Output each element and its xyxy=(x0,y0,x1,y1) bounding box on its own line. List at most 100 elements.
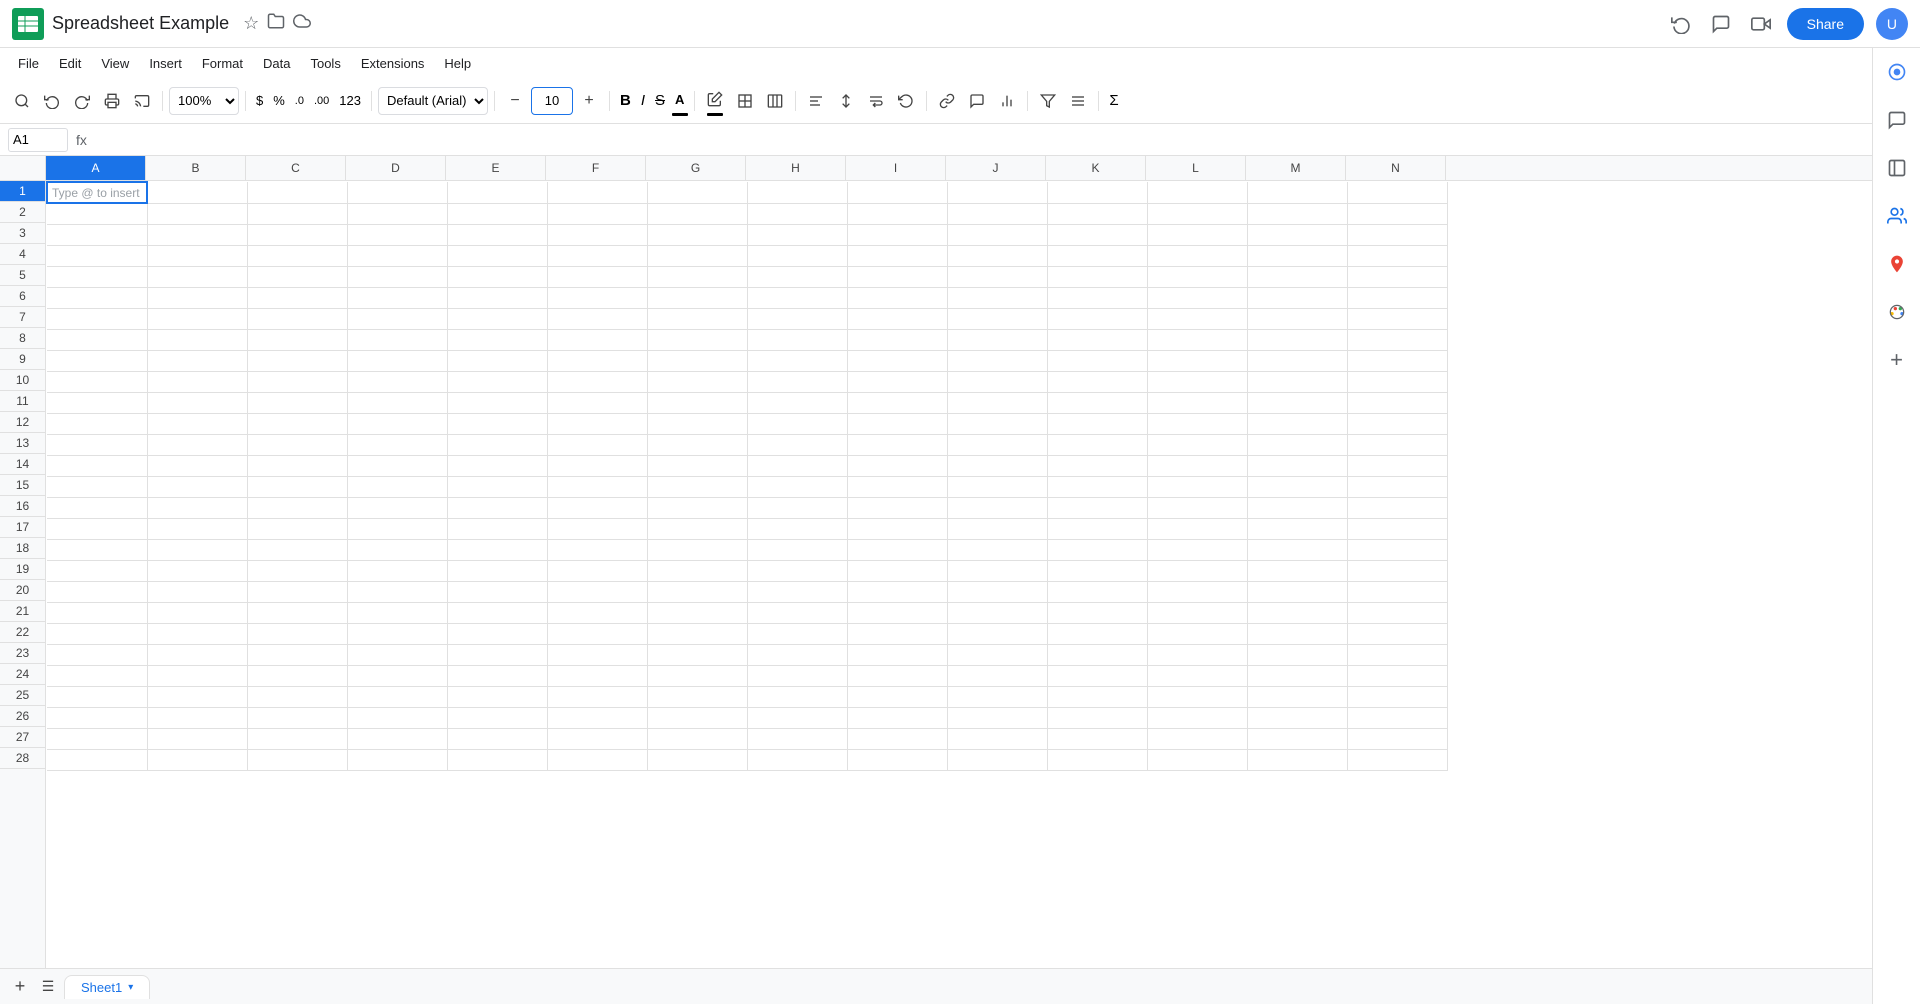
cell-a9[interactable] xyxy=(47,350,147,371)
cell-j17[interactable] xyxy=(947,518,1047,539)
cell-h14[interactable] xyxy=(747,455,847,476)
row-num-9[interactable]: 9 xyxy=(0,349,45,370)
cell-m1[interactable] xyxy=(1247,182,1347,203)
cell-k6[interactable] xyxy=(1047,287,1147,308)
cell-m10[interactable] xyxy=(1247,371,1347,392)
cell-k27[interactable] xyxy=(1047,728,1147,749)
cell-b9[interactable] xyxy=(147,350,247,371)
menu-tools[interactable]: Tools xyxy=(300,52,350,75)
cell-m6[interactable] xyxy=(1247,287,1347,308)
sheet-tab-dropdown-icon[interactable]: ▾ xyxy=(128,982,133,993)
cell-ref-input[interactable] xyxy=(8,128,68,152)
cell-n12[interactable] xyxy=(1347,413,1447,434)
cell-m21[interactable] xyxy=(1247,602,1347,623)
cell-f19[interactable] xyxy=(547,560,647,581)
cell-a1[interactable]: Type @ to insert xyxy=(47,182,147,203)
cell-c13[interactable] xyxy=(247,434,347,455)
cell-h7[interactable] xyxy=(747,308,847,329)
cell-h8[interactable] xyxy=(747,329,847,350)
font-family-select[interactable]: Default (Arial) Arial Times New Roman Co… xyxy=(378,87,488,115)
row-num-26[interactable]: 26 xyxy=(0,706,45,727)
cell-h3[interactable] xyxy=(747,224,847,245)
cell-f12[interactable] xyxy=(547,413,647,434)
cell-l28[interactable] xyxy=(1147,749,1247,770)
cell-m22[interactable] xyxy=(1247,623,1347,644)
row-num-25[interactable]: 25 xyxy=(0,685,45,706)
cell-n10[interactable] xyxy=(1347,371,1447,392)
cell-h26[interactable] xyxy=(747,707,847,728)
cell-i13[interactable] xyxy=(847,434,947,455)
col-header-b[interactable]: B xyxy=(146,156,246,180)
cell-c5[interactable] xyxy=(247,266,347,287)
cell-k1[interactable] xyxy=(1047,182,1147,203)
cell-b11[interactable] xyxy=(147,392,247,413)
cell-h27[interactable] xyxy=(747,728,847,749)
cell-l23[interactable] xyxy=(1147,644,1247,665)
cell-d11[interactable] xyxy=(347,392,447,413)
cell-c8[interactable] xyxy=(247,329,347,350)
cell-c11[interactable] xyxy=(247,392,347,413)
row-num-3[interactable]: 3 xyxy=(0,223,45,244)
cell-e7[interactable] xyxy=(447,308,547,329)
cell-k21[interactable] xyxy=(1047,602,1147,623)
cell-j27[interactable] xyxy=(947,728,1047,749)
cell-i2[interactable] xyxy=(847,203,947,224)
cell-c1[interactable] xyxy=(247,182,347,203)
font-size-input[interactable] xyxy=(531,87,573,115)
cell-n19[interactable] xyxy=(1347,560,1447,581)
cell-e11[interactable] xyxy=(447,392,547,413)
cell-g24[interactable] xyxy=(647,665,747,686)
cell-a18[interactable] xyxy=(47,539,147,560)
cell-f25[interactable] xyxy=(547,686,647,707)
cell-e6[interactable] xyxy=(447,287,547,308)
cell-i27[interactable] xyxy=(847,728,947,749)
cell-e20[interactable] xyxy=(447,581,547,602)
cell-i24[interactable] xyxy=(847,665,947,686)
cell-i26[interactable] xyxy=(847,707,947,728)
cell-i16[interactable] xyxy=(847,497,947,518)
print-button[interactable] xyxy=(98,87,126,115)
cell-n23[interactable] xyxy=(1347,644,1447,665)
cell-j7[interactable] xyxy=(947,308,1047,329)
col-header-h[interactable]: H xyxy=(746,156,846,180)
cell-j15[interactable] xyxy=(947,476,1047,497)
cell-k12[interactable] xyxy=(1047,413,1147,434)
cell-c20[interactable] xyxy=(247,581,347,602)
cell-f22[interactable] xyxy=(547,623,647,644)
cell-i11[interactable] xyxy=(847,392,947,413)
cell-c28[interactable] xyxy=(247,749,347,770)
cell-g8[interactable] xyxy=(647,329,747,350)
cell-a4[interactable] xyxy=(47,245,147,266)
row-num-18[interactable]: 18 xyxy=(0,538,45,559)
undo-button[interactable] xyxy=(38,87,66,115)
text-rotation-button[interactable] xyxy=(892,87,920,115)
cell-l5[interactable] xyxy=(1147,266,1247,287)
cell-d8[interactable] xyxy=(347,329,447,350)
row-num-4[interactable]: 4 xyxy=(0,244,45,265)
row-num-27[interactable]: 27 xyxy=(0,727,45,748)
cell-f3[interactable] xyxy=(547,224,647,245)
cell-a17[interactable] xyxy=(47,518,147,539)
cell-k8[interactable] xyxy=(1047,329,1147,350)
grid-scroll[interactable]: Type @ to insert xyxy=(46,181,1872,968)
cell-m23[interactable] xyxy=(1247,644,1347,665)
cell-h25[interactable] xyxy=(747,686,847,707)
cell-m25[interactable] xyxy=(1247,686,1347,707)
meet-icon[interactable] xyxy=(1747,10,1775,38)
cell-n9[interactable] xyxy=(1347,350,1447,371)
cell-m3[interactable] xyxy=(1247,224,1347,245)
paint-format-button[interactable] xyxy=(128,87,156,115)
cell-l4[interactable] xyxy=(1147,245,1247,266)
cell-i7[interactable] xyxy=(847,308,947,329)
cell-b17[interactable] xyxy=(147,518,247,539)
share-button[interactable]: Share xyxy=(1787,8,1864,40)
row-num-28[interactable]: 28 xyxy=(0,748,45,769)
cell-c22[interactable] xyxy=(247,623,347,644)
cell-b28[interactable] xyxy=(147,749,247,770)
insert-link-button[interactable] xyxy=(933,87,961,115)
cell-j2[interactable] xyxy=(947,203,1047,224)
cell-d19[interactable] xyxy=(347,560,447,581)
cell-m24[interactable] xyxy=(1247,665,1347,686)
cell-f10[interactable] xyxy=(547,371,647,392)
fill-color-button[interactable] xyxy=(701,85,729,113)
